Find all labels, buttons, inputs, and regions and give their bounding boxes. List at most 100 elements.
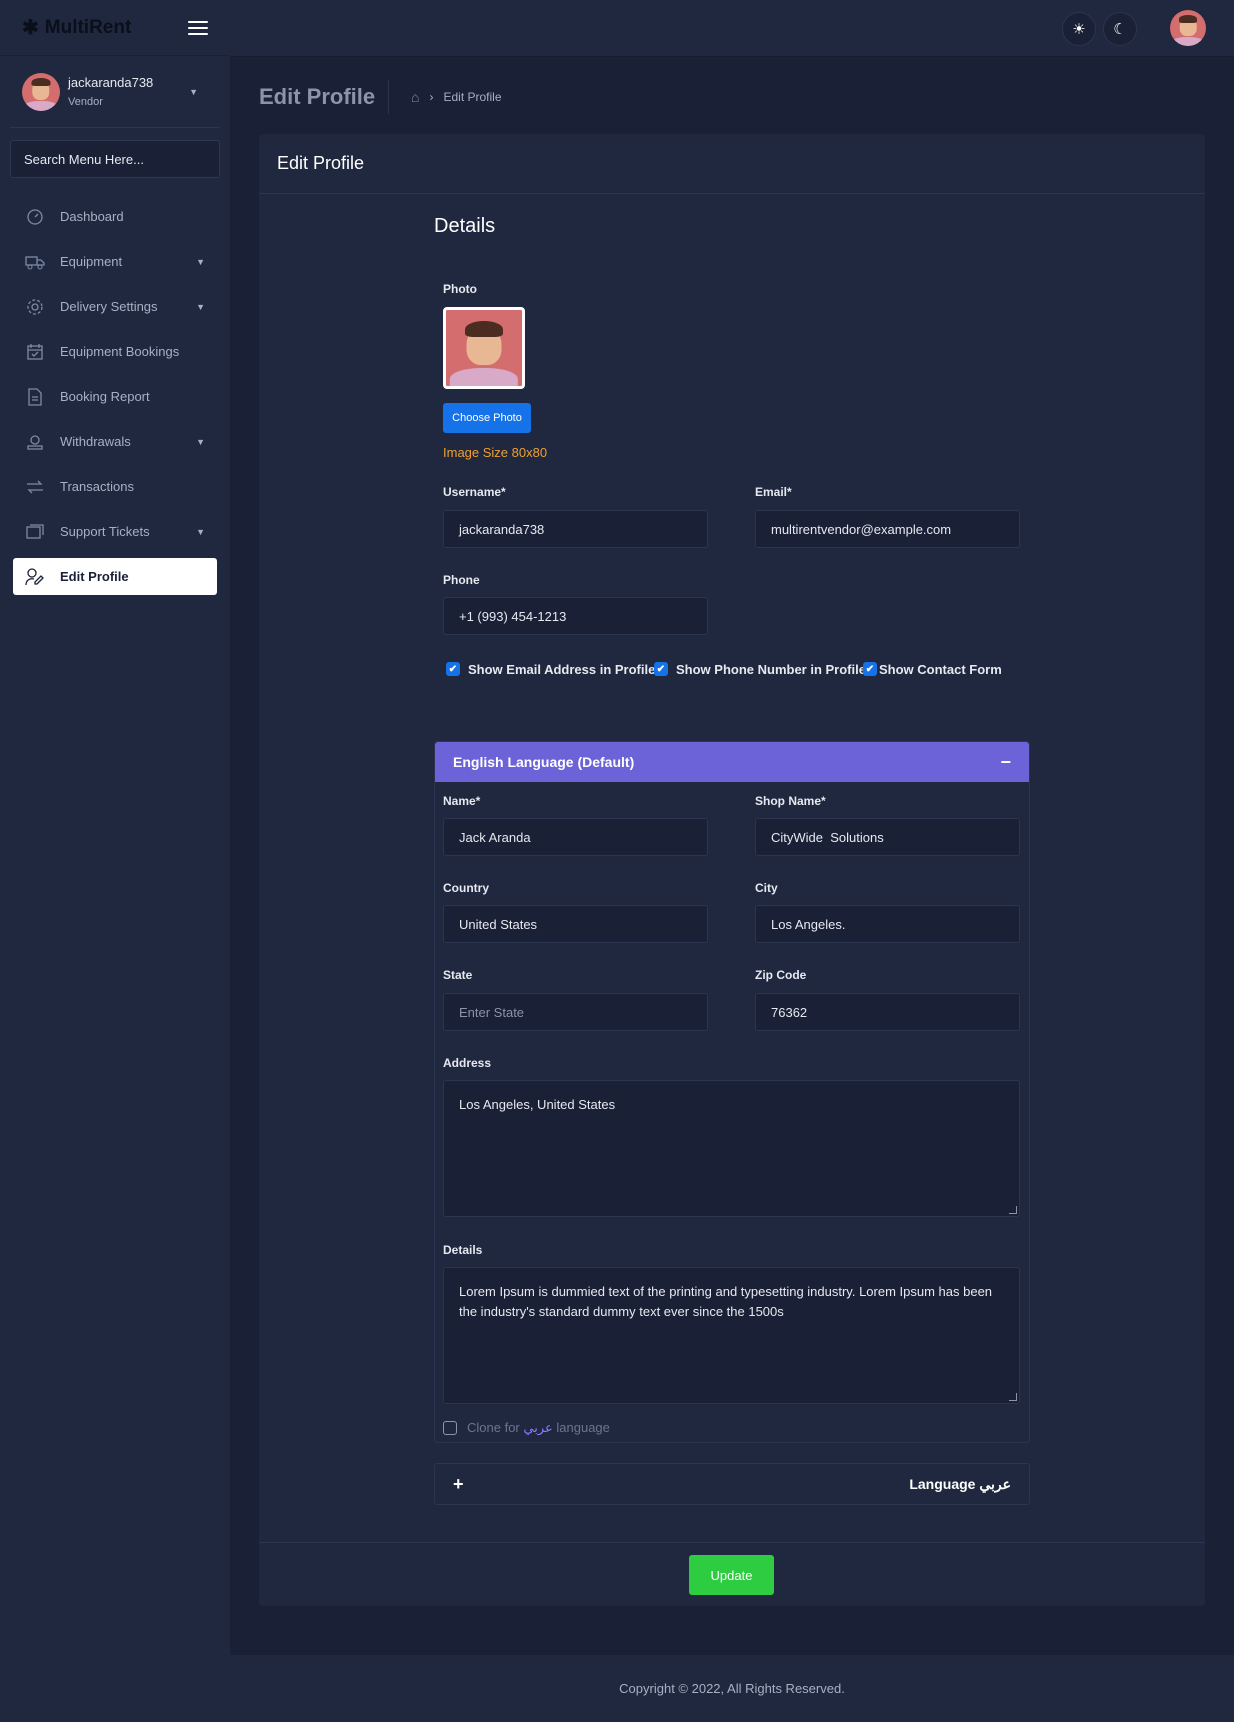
transfer-icon (25, 477, 45, 497)
city-label: City (755, 881, 778, 895)
show-contact-form-label: Show Contact Form (879, 661, 1002, 677)
arabic-language-panel[interactable]: + Language عربي (434, 1463, 1030, 1505)
email-label: Email* (755, 485, 792, 499)
sidebar-item-label: Support Tickets (60, 524, 150, 539)
breadcrumb: ⌂ › Edit Profile (411, 89, 502, 105)
user-name: jackaranda738 (68, 75, 154, 90)
menu-search-input[interactable] (10, 140, 220, 178)
logo-bar: ✱ MultiRent (0, 0, 230, 56)
city-field[interactable]: Los Angeles. (755, 905, 1020, 943)
caret-down-icon: ▼ (196, 526, 205, 537)
withdraw-icon (25, 432, 45, 452)
sidebar-item-equipment-bookings[interactable]: Equipment Bookings (13, 329, 217, 374)
sidebar: ✱ MultiRent jackaranda738 Vendor ▼ Dashb… (0, 0, 230, 1722)
user-role: Vendor (68, 96, 103, 108)
calendar-check-icon (25, 342, 45, 362)
card-footer: Update (259, 1542, 1205, 1606)
name-field[interactable]: Jack Aranda (443, 818, 708, 856)
sidebar-item-label: Edit Profile (60, 569, 129, 584)
report-icon (25, 387, 45, 407)
english-language-title: English Language (Default) (453, 754, 635, 770)
copyright-text: Copyright © 2022, All Rights Reserved. (619, 1681, 845, 1696)
user-edit-icon (25, 567, 45, 587)
state-field[interactable]: Enter State (443, 993, 708, 1031)
collapse-icon[interactable]: − (1000, 752, 1011, 773)
brand-name: MultiRent (44, 16, 132, 38)
resize-handle-icon[interactable] (1009, 1206, 1017, 1214)
caret-down-icon: ▼ (196, 436, 205, 447)
avatar[interactable] (1170, 10, 1206, 46)
page-title: Edit Profile (259, 84, 376, 109)
logo[interactable]: ✱ MultiRent (22, 15, 131, 40)
sidebar-item-transactions[interactable]: Transactions (13, 464, 217, 509)
photo-label: Photo (443, 282, 477, 296)
show-phone-label: Show Phone Number in Profile P (676, 661, 869, 677)
show-email-checkbox[interactable]: ✔ (446, 662, 460, 676)
sidebar-item-withdrawals[interactable]: Withdrawals ▼ (13, 419, 217, 464)
phone-label: Phone (443, 573, 480, 587)
caret-down-icon[interactable]: ▼ (189, 87, 198, 97)
name-label: Name* (443, 794, 481, 808)
card-title: Edit Profile (259, 134, 1205, 194)
shop-name-label: Shop Name* (755, 794, 826, 808)
truck-icon (25, 252, 45, 272)
divider (388, 80, 389, 114)
home-icon[interactable]: ⌂ (411, 89, 419, 105)
username-field[interactable]: jackaranda738 (443, 510, 708, 548)
details-label: Details (443, 1243, 483, 1257)
address-label: Address (443, 1056, 492, 1070)
sidebar-menu: Dashboard Equipment ▼ Delivery Settings … (0, 194, 230, 595)
sidebar-item-label: Dashboard (60, 209, 124, 224)
email-field[interactable]: multirentvendor@example.com (755, 510, 1020, 548)
sidebar-item-label: Transactions (60, 479, 134, 494)
avatar (22, 72, 60, 111)
clone-label-prefix: Clone for (467, 1420, 520, 1435)
sidebar-item-label: Equipment Bookings (60, 344, 180, 359)
choose-photo-button[interactable]: Choose Photo (443, 403, 531, 433)
state-label: State (443, 968, 473, 982)
clone-language-checkbox[interactable] (443, 1421, 457, 1435)
logo-icon: ✱ (22, 17, 39, 39)
menu-toggle-icon[interactable] (188, 20, 208, 35)
sidebar-item-delivery-settings[interactable]: Delivery Settings ▼ (13, 284, 217, 329)
show-email-label: Show Email Address in Profile Pa (468, 661, 654, 677)
username-label: Username* (443, 485, 506, 499)
caret-down-icon: ▼ (196, 256, 205, 267)
chevron-right-icon: › (429, 90, 434, 104)
english-language-header[interactable]: English Language (Default) − (435, 742, 1029, 782)
clone-label-suffix: language (556, 1420, 610, 1435)
sidebar-item-booking-report[interactable]: Booking Report (13, 374, 217, 419)
details-text: Lorem Ipsum is dummied text of the print… (459, 1284, 993, 1319)
sidebar-item-equipment[interactable]: Equipment ▼ (13, 239, 217, 284)
expand-icon[interactable]: + (453, 1474, 464, 1495)
image-size-hint: Image Size 80x80 (443, 445, 548, 460)
user-panel[interactable]: jackaranda738 Vendor ▼ (10, 56, 220, 128)
section-title: Details (434, 215, 496, 237)
sidebar-item-label: Booking Report (60, 389, 150, 404)
profile-photo (443, 307, 525, 389)
show-contact-form-checkbox[interactable]: ✔ (863, 662, 877, 676)
sun-icon[interactable]: ☀ (1062, 12, 1096, 46)
clone-language-option: Clone for عربي language (443, 1420, 610, 1436)
sidebar-item-label: Withdrawals (60, 434, 131, 449)
arabic-language-title: Language عربي (909, 1475, 1011, 1492)
sidebar-item-edit-profile[interactable]: Edit Profile (13, 558, 217, 595)
clone-language-name: عربي (523, 1420, 553, 1435)
country-field[interactable]: United States (443, 905, 708, 943)
address-textarea[interactable]: Los Angeles, United States (443, 1080, 1020, 1217)
details-textarea[interactable]: Lorem Ipsum is dummied text of the print… (443, 1267, 1020, 1404)
show-phone-checkbox[interactable]: ✔ (654, 662, 668, 676)
caret-down-icon: ▼ (196, 301, 205, 312)
sidebar-item-support-tickets[interactable]: Support Tickets ▼ (13, 509, 217, 554)
phone-field[interactable]: +1 (993) 454-1213 (443, 597, 708, 635)
topbar: ☀ ☾ (230, 0, 1234, 56)
shop-name-field[interactable]: CityWide Solutions (755, 818, 1020, 856)
resize-handle-icon[interactable] (1009, 1393, 1017, 1401)
visibility-options: ✔ Show Email Address in Profile Pa ✔ Sho… (446, 661, 1002, 677)
update-button[interactable]: Update (689, 1555, 774, 1595)
sidebar-item-dashboard[interactable]: Dashboard (13, 194, 217, 239)
breadcrumb-current: Edit Profile (443, 90, 502, 104)
dashboard-icon (25, 207, 45, 227)
zip-code-field[interactable]: 76362 (755, 993, 1020, 1031)
moon-icon[interactable]: ☾ (1103, 12, 1137, 46)
